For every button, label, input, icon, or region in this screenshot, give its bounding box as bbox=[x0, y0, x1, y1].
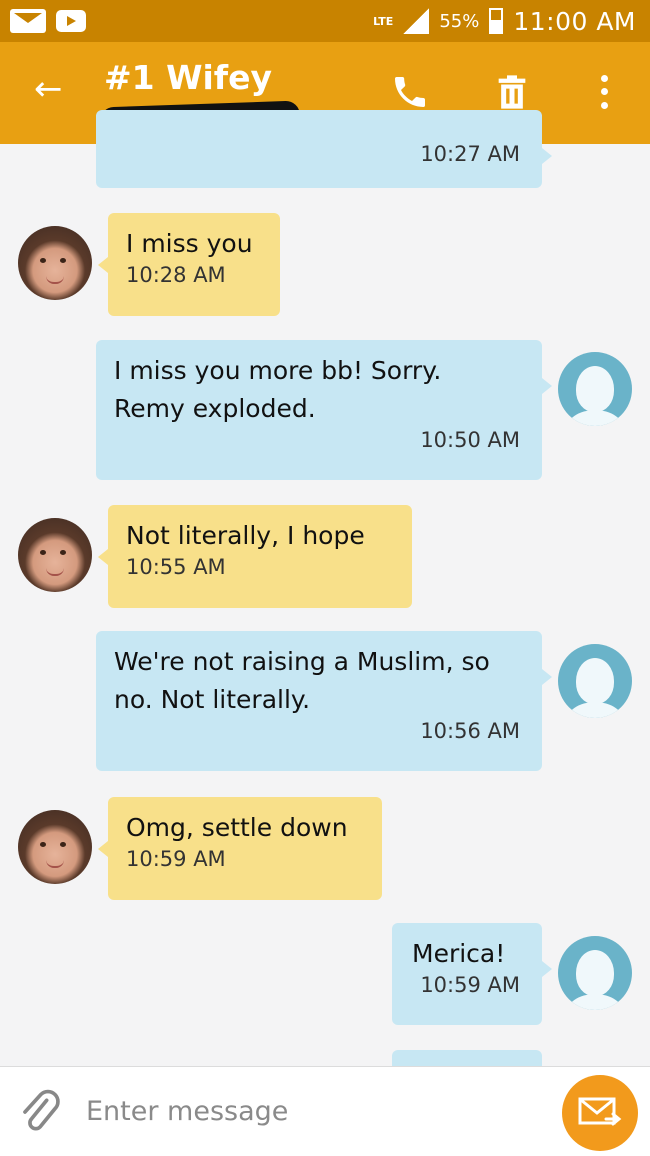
user-avatar[interactable] bbox=[558, 352, 632, 426]
user-avatar[interactable] bbox=[558, 644, 632, 718]
back-arrow-icon[interactable]: ← bbox=[34, 72, 63, 106]
send-mail-icon[interactable] bbox=[562, 1075, 638, 1151]
message-text: I miss you more bb! Sorry. Remy exploded… bbox=[114, 356, 442, 423]
message-bubble-incoming[interactable]: I miss you 10:28 AM bbox=[98, 213, 280, 316]
user-avatar[interactable] bbox=[558, 936, 632, 1010]
message-input[interactable] bbox=[86, 1091, 526, 1131]
status-bar: LTE 55% 11:00 AM bbox=[0, 0, 650, 42]
message-time: 10:27 AM bbox=[420, 142, 520, 166]
message-time: 10:50 AM bbox=[420, 428, 520, 452]
message-text: Merica! bbox=[412, 939, 506, 968]
message-time: 10:55 AM bbox=[126, 555, 226, 579]
contact-name: #1 Wifey bbox=[104, 58, 273, 97]
message-composer bbox=[0, 1066, 650, 1156]
message-bubble-outgoing[interactable]: We're not raising a Muslim, so no. Not l… bbox=[96, 631, 552, 771]
paperclip-icon[interactable] bbox=[20, 1087, 60, 1137]
contact-avatar[interactable] bbox=[18, 810, 92, 884]
contact-avatar[interactable] bbox=[18, 226, 92, 300]
message-text: I miss you bbox=[126, 229, 253, 258]
message-bubble-outgoing[interactable]: Merica! 10:59 AM bbox=[392, 923, 552, 1025]
message-time: 10:56 AM bbox=[420, 719, 520, 743]
signal-icon bbox=[403, 8, 430, 34]
message-time: 10:59 AM bbox=[420, 973, 520, 997]
more-vert-icon[interactable] bbox=[592, 72, 616, 112]
contact-avatar[interactable] bbox=[18, 518, 92, 592]
youtube-icon bbox=[56, 10, 86, 32]
message-bubble-incoming[interactable]: Not literally, I hope 10:55 AM bbox=[98, 505, 412, 608]
message-time: 10:59 AM bbox=[126, 847, 226, 871]
message-bubble-outgoing[interactable]: 10:27 AM bbox=[96, 110, 552, 188]
battery-percent: 55% bbox=[439, 10, 480, 32]
trash-icon[interactable] bbox=[492, 72, 532, 112]
message-text: Omg, settle down bbox=[126, 813, 348, 842]
network-type: LTE bbox=[373, 14, 394, 28]
message-bubble-outgoing[interactable]: I miss you more bb! Sorry. Remy exploded… bbox=[96, 340, 552, 480]
message-bubble-incoming[interactable]: Omg, settle down 10:59 AM bbox=[98, 797, 382, 900]
message-time: 10:28 AM bbox=[126, 263, 226, 287]
phone-icon[interactable] bbox=[390, 72, 430, 112]
message-text: We're not raising a Muslim, so no. Not l… bbox=[114, 647, 490, 714]
mail-icon bbox=[10, 9, 46, 33]
status-time: 11:00 AM bbox=[513, 6, 636, 36]
message-text: Not literally, I hope bbox=[126, 521, 365, 550]
battery-icon bbox=[489, 8, 504, 34]
